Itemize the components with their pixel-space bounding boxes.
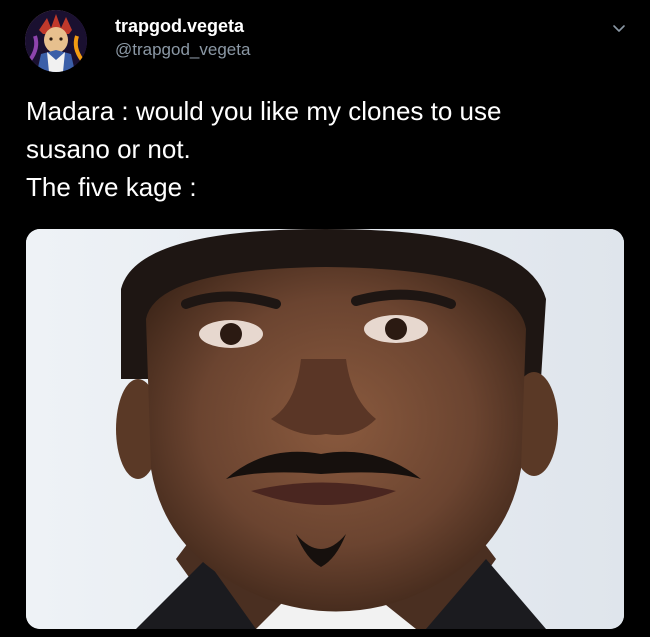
tweet-text-line: The five kage : xyxy=(26,172,197,202)
reaction-photo xyxy=(26,229,624,629)
tweet-author: trapgod.vegeta @trapgod_vegeta xyxy=(115,14,250,62)
avatar[interactable] xyxy=(25,10,87,72)
tweet-text: Madara : would you like my clones to use… xyxy=(26,92,626,206)
tweet-text-line: susano or not. xyxy=(26,134,191,164)
display-name[interactable]: trapgod.vegeta xyxy=(115,14,250,38)
tweet-header: trapgod.vegeta @trapgod_vegeta xyxy=(25,10,250,72)
tweet-card: trapgod.vegeta @trapgod_vegeta Madara : … xyxy=(0,0,650,637)
tweet-media-photo[interactable] xyxy=(26,229,624,629)
user-handle[interactable]: @trapgod_vegeta xyxy=(115,38,250,62)
chevron-down-icon[interactable] xyxy=(612,22,626,36)
tweet-text-line: Madara : would you like my clones to use xyxy=(26,96,502,126)
avatar-image xyxy=(25,10,87,72)
